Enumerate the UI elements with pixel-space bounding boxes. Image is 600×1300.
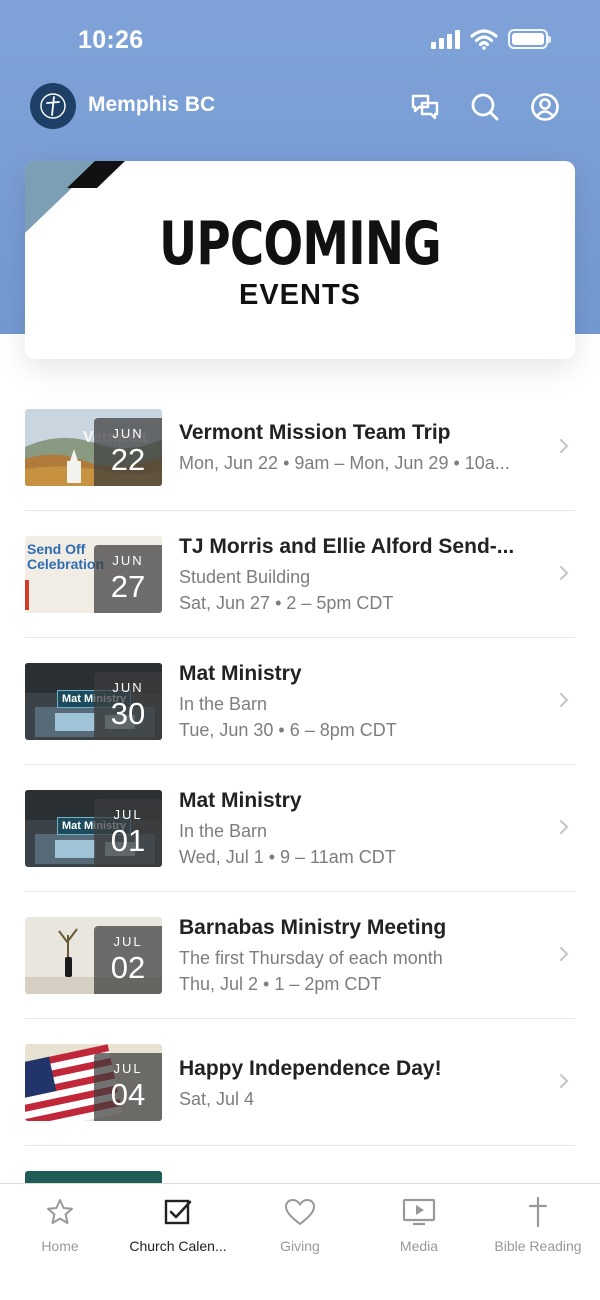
banner-subtitle: EVENTS: [238, 279, 362, 311]
checkbox-icon: [164, 1199, 192, 1225]
event-thumbnail: JUL 02: [25, 917, 162, 994]
date-badge: JUN 22: [94, 418, 162, 486]
upcoming-events-banner[interactable]: UPCOMING EVENTS: [25, 161, 575, 359]
app-actions: [408, 90, 562, 124]
event-list: Vermont JUN 22 Vermont Mission Team Trip…: [25, 384, 575, 1146]
event-row[interactable]: JUL 02 Barnabas Ministry Meeting The fir…: [25, 892, 575, 1019]
chevron-right-icon: [560, 947, 569, 961]
event-location: In the Barn: [179, 821, 268, 841]
event-row[interactable]: JUL 04 Happy Independence Day! Sat, Jul …: [25, 1019, 575, 1146]
search-button[interactable]: [468, 90, 502, 124]
messages-button[interactable]: [408, 90, 442, 124]
profile-button[interactable]: [528, 90, 562, 124]
event-location: In the Barn: [179, 694, 268, 714]
event-details: Mat Ministry In the Barn Wed, Jul 1 • 9 …: [179, 789, 535, 868]
chevron-right-icon: [560, 693, 569, 707]
chevron-right-icon: [560, 820, 569, 834]
battery-icon: [508, 29, 551, 49]
event-time: Sat, Jun 27 • 2 – 5pm CDT: [179, 593, 394, 613]
event-title: Barnabas Ministry Meeting: [179, 916, 447, 939]
tab-label: Bible Reading: [494, 1238, 582, 1254]
heart-icon: [284, 1198, 316, 1226]
tab-label: Church Calen...: [129, 1238, 227, 1254]
event-details: Happy Independence Day! Sat, Jul 4: [179, 1057, 535, 1110]
date-month: JUN: [112, 553, 144, 568]
cross-logo-icon: [40, 93, 66, 119]
date-day: 01: [110, 823, 146, 858]
date-month: JUL: [113, 1061, 143, 1076]
event-row[interactable]: Mat Ministry JUN 30 Mat Ministry In the …: [25, 638, 575, 765]
event-thumbnail: Send Off Celebration JUN 27: [25, 536, 162, 613]
date-badge: JUN 30: [94, 672, 162, 740]
date-day: 30: [110, 696, 146, 731]
event-details: Mat Ministry In the Barn Tue, Jun 30 • 6…: [179, 662, 535, 741]
event-title: Happy Independence Day!: [179, 1057, 442, 1080]
date-badge: JUL 01: [94, 799, 162, 867]
event-row[interactable]: Send Off Celebration JUN 27 TJ Morris an…: [25, 511, 575, 638]
tab-label: Home: [41, 1238, 79, 1254]
event-title: Vermont Mission Team Trip: [179, 421, 451, 444]
event-description: The first Thursday of each month: [179, 948, 443, 968]
date-month: JUL: [113, 807, 143, 822]
cross-icon: [528, 1196, 548, 1228]
tab-label: Media: [399, 1238, 439, 1254]
chevron-right-icon: [560, 1074, 569, 1088]
event-title: TJ Morris and Ellie Alford Send-...: [179, 535, 515, 558]
tab-home[interactable]: Home: [0, 1196, 120, 1254]
search-icon: [471, 93, 499, 121]
date-badge: JUL 02: [94, 926, 162, 994]
event-thumbnail: Mat Ministry JUN 30: [25, 663, 162, 740]
date-badge: JUN 27: [94, 545, 162, 613]
event-time: Sat, Jul 4: [179, 1089, 255, 1109]
date-badge: JUL 04: [94, 1053, 162, 1121]
media-play-icon: [402, 1198, 436, 1226]
event-row[interactable]: Vermont JUN 22 Vermont Mission Team Trip…: [25, 384, 575, 511]
date-day: 04: [110, 1077, 146, 1112]
signal-icon: [431, 29, 460, 49]
profile-icon: [531, 93, 559, 121]
event-time: Wed, Jul 1 • 9 – 11am CDT: [179, 847, 396, 867]
tab-media[interactable]: Media: [359, 1196, 479, 1254]
event-thumbnail: JUL 04: [25, 1044, 162, 1121]
date-month: JUN: [112, 426, 144, 441]
date-day: 02: [110, 950, 146, 985]
tab-bar: Home Church Calen... Giving Media Bible …: [0, 1183, 600, 1300]
banner-title: UPCOMING: [159, 209, 442, 279]
event-row[interactable]: Mat Ministry JUL 01 Mat Ministry In the …: [25, 765, 575, 892]
tab-church-calendar[interactable]: Church Calen...: [118, 1196, 238, 1254]
date-month: JUN: [112, 680, 144, 695]
status-bar: 10:26: [0, 0, 600, 80]
date-month: JUL: [113, 934, 143, 949]
messages-icon: [411, 94, 439, 120]
event-details: TJ Morris and Ellie Alford Send-... Stud…: [179, 535, 535, 614]
chevron-right-icon: [560, 439, 569, 453]
tab-label: Giving: [280, 1238, 320, 1254]
tab-giving[interactable]: Giving: [240, 1196, 360, 1254]
status-time: 10:26: [78, 26, 144, 54]
event-details: Vermont Mission Team Trip Mon, Jun 22 • …: [179, 421, 535, 474]
event-title: Mat Ministry: [179, 789, 302, 812]
chevron-right-icon: [560, 566, 569, 580]
event-time: Tue, Jun 30 • 6 – 8pm CDT: [179, 720, 397, 740]
date-day: 27: [110, 569, 146, 604]
event-details: Barnabas Ministry Meeting The first Thur…: [179, 916, 535, 995]
event-thumbnail: Vermont JUN 22: [25, 409, 162, 486]
wifi-icon: [470, 29, 498, 50]
star-icon: [47, 1199, 73, 1224]
status-icons: [431, 28, 551, 50]
event-thumbnail: Mat Ministry JUL 01: [25, 790, 162, 867]
event-time: Thu, Jul 2 • 1 – 2pm CDT: [179, 974, 382, 994]
church-logo[interactable]: [30, 83, 76, 129]
app-title: Memphis BC: [88, 93, 216, 116]
app-bar: Memphis BC: [0, 80, 600, 132]
event-time: Mon, Jun 22 • 9am – Mon, Jun 29 • 10a...: [179, 453, 510, 473]
event-location: Student Building: [179, 567, 311, 587]
event-title: Mat Ministry: [179, 662, 302, 685]
date-day: 22: [110, 442, 146, 477]
tab-bible-reading[interactable]: Bible Reading: [478, 1196, 598, 1254]
